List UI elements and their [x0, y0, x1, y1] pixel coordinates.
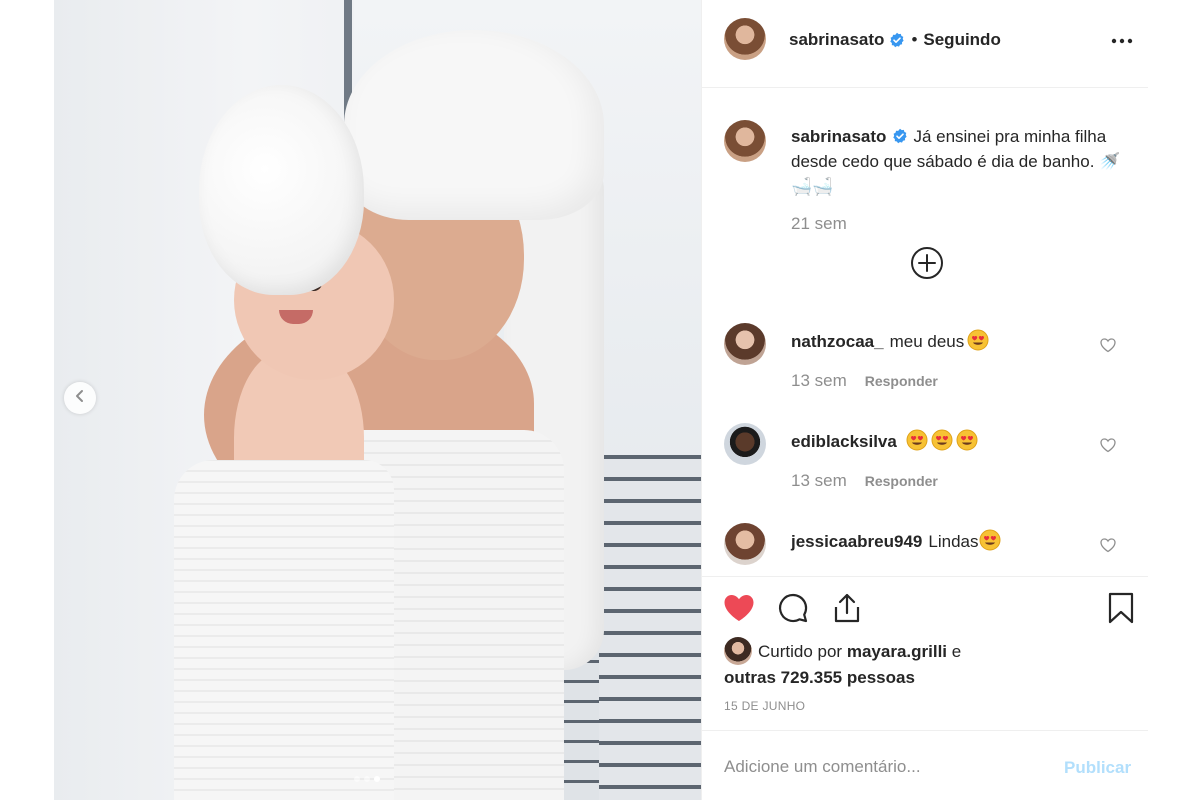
- add-comment-bar: Publicar: [702, 730, 1148, 800]
- post-actions: Curtido por mayara.grilli e outras 729.3…: [702, 576, 1148, 730]
- heart-eyes-emoji-icon: [967, 329, 989, 351]
- comment-meta: 13 sem Responder: [791, 371, 938, 391]
- post-header: sabrinasato • Seguindo: [702, 0, 1148, 88]
- comment-body: Lindas: [928, 532, 979, 551]
- comment-like-button[interactable]: [1099, 436, 1117, 454]
- likes-prefix: Curtido por: [758, 642, 843, 661]
- author-avatar[interactable]: [724, 18, 766, 60]
- heart-outline-icon: [1099, 338, 1117, 358]
- comment-button[interactable]: [776, 593, 810, 627]
- comment-avatar[interactable]: [724, 323, 766, 365]
- heart-eyes-emoji-icon: [979, 529, 1001, 551]
- comment-item: ediblacksilva 13 sem Responder: [702, 423, 1148, 503]
- comment-text: ediblacksilva: [791, 429, 978, 452]
- header-separator: •: [911, 30, 918, 49]
- comment-meta: 13 sem Responder: [791, 471, 938, 491]
- comment-input[interactable]: [724, 753, 1024, 781]
- comment-username[interactable]: jessicaabreu949: [791, 532, 922, 551]
- heart-eyes-emoji-icon: [906, 429, 928, 451]
- heart-outline-icon: [1099, 438, 1117, 458]
- comment-item: nathzocaa_ meu deus 13 sem Responder: [702, 323, 1148, 403]
- comment-body: meu deus: [889, 332, 965, 351]
- instagram-post: sabrinasato • Seguindo sabrinasato Já en…: [54, 0, 1148, 800]
- chevron-left-icon: [73, 389, 87, 408]
- carousel-indicators: [354, 776, 380, 782]
- caption-username[interactable]: sabrinasato: [791, 127, 886, 146]
- caption-avatar[interactable]: [724, 120, 766, 162]
- comment-username[interactable]: ediblacksilva: [791, 432, 897, 451]
- more-icon: [1111, 31, 1133, 49]
- comment-timestamp[interactable]: 13 sem: [791, 471, 847, 491]
- heart-icon: [723, 593, 755, 628]
- likes-conjunction: e: [951, 642, 962, 661]
- comment-text: jessicaabreu949 Lindas: [791, 529, 1001, 552]
- photo-baby-head-towel: [199, 85, 364, 295]
- author-line: sabrinasato • Seguindo: [789, 30, 1001, 50]
- caption-timestamp[interactable]: 21 sem: [791, 214, 847, 234]
- likes-others-link[interactable]: outras 729.355 pessoas: [724, 668, 915, 687]
- heart-eyes-emoji-icon: [931, 429, 953, 451]
- likes-summary: Curtido por mayara.grilli e outras 729.3…: [724, 637, 1024, 690]
- publish-button[interactable]: Publicar: [1064, 758, 1131, 778]
- comment-icon: [777, 592, 809, 629]
- like-button[interactable]: [722, 593, 756, 627]
- carousel-dot: [364, 776, 370, 782]
- verified-icon: [892, 128, 908, 144]
- plus-circle-icon: [910, 246, 944, 285]
- comment-avatar[interactable]: [724, 423, 766, 465]
- load-more-comments-button[interactable]: [910, 246, 944, 285]
- share-icon: [832, 592, 862, 629]
- comment-username[interactable]: nathzocaa_: [791, 332, 884, 351]
- carousel-prev-button[interactable]: [64, 382, 96, 414]
- comment-like-button[interactable]: [1099, 536, 1117, 554]
- bookmark-icon: [1108, 592, 1134, 629]
- liker-username[interactable]: mayara.grilli: [847, 642, 947, 661]
- photo-baby-wrap-towel: [174, 460, 394, 800]
- author-username[interactable]: sabrinasato: [789, 30, 884, 50]
- heart-eyes-emoji-icon: [956, 429, 978, 451]
- comment-like-button[interactable]: [1099, 336, 1117, 354]
- share-button[interactable]: [830, 593, 864, 627]
- comment-avatar[interactable]: [724, 523, 766, 565]
- post-date[interactable]: 15 DE JUNHO: [724, 699, 805, 713]
- comment-timestamp[interactable]: 13 sem: [791, 371, 847, 391]
- save-button[interactable]: [1104, 592, 1138, 629]
- carousel-dot: [354, 776, 360, 782]
- photo-railing: [594, 455, 701, 800]
- more-options-button[interactable]: [1107, 28, 1137, 52]
- post-photo[interactable]: [54, 0, 701, 800]
- comment-text: nathzocaa_ meu deus: [791, 329, 989, 352]
- reply-button[interactable]: Responder: [865, 373, 938, 389]
- verified-icon: [889, 32, 905, 48]
- liker-avatar[interactable]: [724, 637, 752, 665]
- reply-button[interactable]: Responder: [865, 473, 938, 489]
- heart-outline-icon: [1099, 538, 1117, 558]
- photo-woman-head-towel: [344, 30, 604, 220]
- comment-item: jessicaabreu949 Lindas: [702, 523, 1148, 576]
- post-side-panel: sabrinasato • Seguindo sabrinasato Já en…: [701, 0, 1148, 800]
- caption-text: sabrinasato Já ensinei pra minha filha d…: [791, 124, 1121, 199]
- follow-status-button[interactable]: Seguindo: [923, 30, 1000, 50]
- carousel-dot-active: [374, 776, 380, 782]
